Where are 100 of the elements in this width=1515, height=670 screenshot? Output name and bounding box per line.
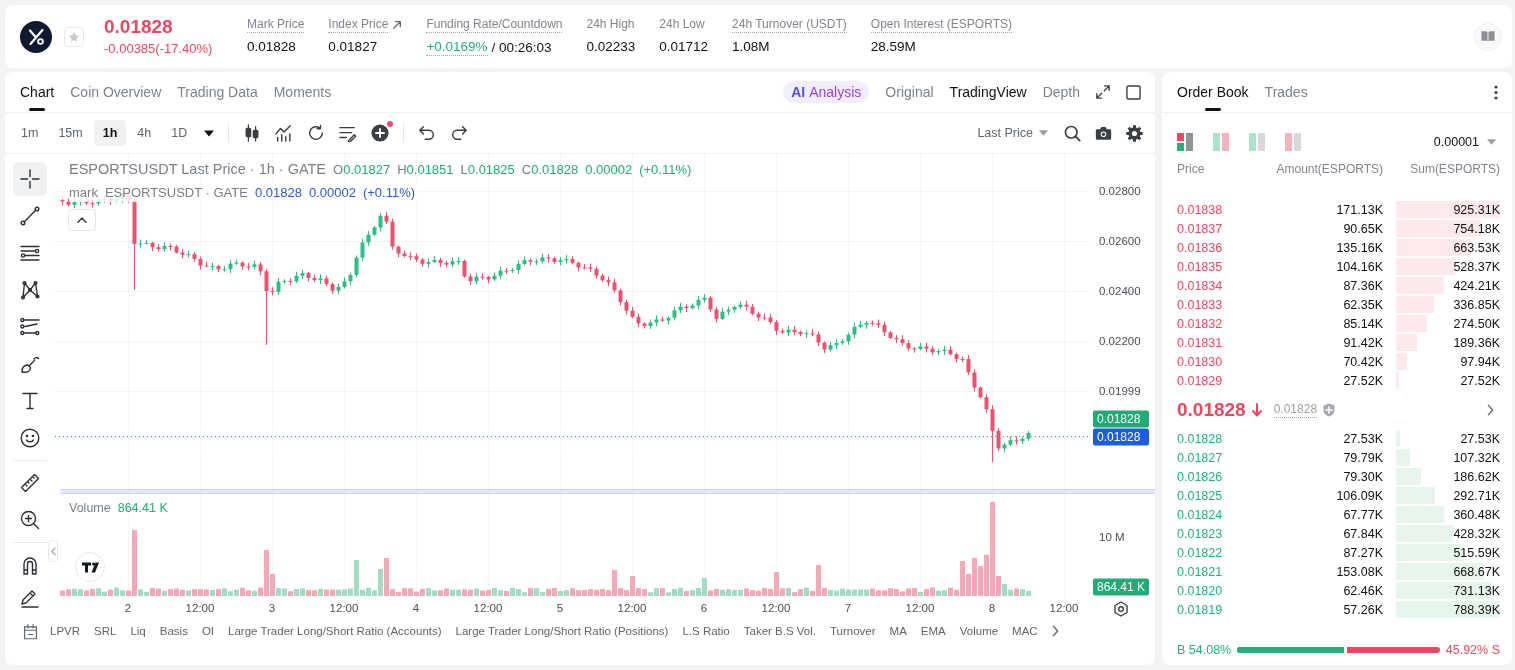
- settings-icon[interactable]: [1112, 601, 1129, 617]
- volume-label: Volume: [69, 501, 111, 515]
- book-button[interactable]: [1474, 22, 1502, 51]
- camera-icon[interactable]: [1095, 125, 1112, 141]
- caret-down-icon[interactable]: [204, 129, 215, 137]
- bid-amount: 67.77K: [1343, 507, 1383, 522]
- square-icon[interactable]: [1126, 84, 1141, 100]
- bid-price: 0.01819: [1177, 602, 1224, 617]
- indicator-tab[interactable]: SRL: [94, 625, 117, 637]
- bid-price: 0.01828: [1177, 431, 1224, 446]
- precision-dropdown[interactable]: 0.00001: [1433, 135, 1500, 149]
- price-axis-label: 0.01999: [1099, 384, 1141, 398]
- stat-label: Mark Price: [247, 17, 305, 33]
- ohlc-label: C: [521, 161, 532, 179]
- collapse-legend-button[interactable]: [68, 209, 96, 231]
- interval-tab[interactable]: 1D: [162, 120, 197, 146]
- indicator-tab[interactable]: Volume: [959, 625, 999, 637]
- book-layout-icon[interactable]: [1177, 133, 1193, 151]
- search-icon[interactable]: [1064, 124, 1081, 142]
- stat-value: 0.02233: [586, 38, 636, 55]
- chart-tab[interactable]: Moments: [273, 72, 332, 112]
- last-price: 0.01828: [104, 16, 173, 38]
- redo-icon[interactable]: [450, 124, 469, 142]
- time-axis-label: 7: [844, 602, 852, 614]
- mark-change-percent: (+0.11%): [362, 184, 416, 202]
- ruler-icon: [20, 473, 40, 493]
- add-circle-icon[interactable]: [371, 124, 390, 142]
- indicator-tab[interactable]: Large Trader Long/Short Ratio (Positions): [455, 625, 669, 637]
- chart-view-tab[interactable]: Depth: [1042, 84, 1080, 100]
- ask-price: 0.01833: [1177, 297, 1224, 312]
- chart-tab[interactable]: Chart: [20, 72, 55, 112]
- stat-label: 24h Low: [659, 17, 705, 33]
- undo-icon[interactable]: [418, 124, 437, 142]
- indicator-chart-icon[interactable]: [275, 124, 294, 142]
- time-axis-label: 12:00: [185, 602, 215, 614]
- chart-tab[interactable]: Coin Overview: [70, 72, 162, 112]
- chart-tab[interactable]: Trading Data: [177, 72, 258, 112]
- ask-price: 0.01835: [1177, 259, 1224, 274]
- brush-icon: [20, 354, 40, 374]
- countdown: / 00:26:03: [491, 38, 552, 56]
- ask-price: 0.01836: [1177, 240, 1224, 255]
- interval-tab[interactable]: 15m: [49, 120, 92, 146]
- indicator-tab[interactable]: OI: [201, 625, 215, 637]
- refresh-icon[interactable]: [307, 124, 326, 142]
- chevron-right-icon[interactable]: [1487, 403, 1494, 416]
- calendar-icon[interactable]: [22, 622, 39, 640]
- bid-amount: 62.46K: [1343, 583, 1383, 598]
- time-axis-label: 8: [988, 602, 996, 614]
- stat-value: 0.01828: [247, 38, 296, 55]
- bid-sum: 668.67K: [1453, 564, 1500, 579]
- order-book-tab[interactable]: Order Book: [1177, 72, 1249, 112]
- interval-tab[interactable]: 1h: [93, 120, 127, 146]
- ask-amount: 171.13K: [1336, 202, 1383, 217]
- mark-label: mark: [69, 184, 98, 202]
- indicator-tab[interactable]: MAC: [1012, 625, 1038, 637]
- ask-sum: 925.31K: [1453, 202, 1500, 217]
- ai-analysis-button[interactable]: AI Analysis: [783, 81, 870, 103]
- indicator-tab[interactable]: EMA: [920, 625, 946, 637]
- indicator-tab[interactable]: Large Trader Long/Short Ratio (Accounts): [228, 625, 442, 637]
- collapse-handle[interactable]: [48, 540, 58, 562]
- drawing-tool-button[interactable]: [13, 162, 47, 196]
- bid-amount: 67.84K: [1343, 526, 1383, 541]
- chart-view-tab[interactable]: TradingView: [949, 84, 1027, 100]
- mark-change: 0.00002: [308, 184, 356, 202]
- list-edit-icon[interactable]: [339, 124, 358, 142]
- indicator-tab[interactable]: MA: [889, 625, 907, 637]
- shield-plus-icon: [1323, 402, 1336, 417]
- indicator-tab[interactable]: Turnover: [830, 625, 876, 637]
- settings-icon[interactable]: [1126, 124, 1143, 142]
- chart-view-tab[interactable]: Original: [885, 84, 934, 100]
- order-book-tab[interactable]: Trades: [1264, 72, 1308, 112]
- chevron-right-icon[interactable]: [1051, 625, 1059, 637]
- time-axis-label: 4: [412, 602, 420, 614]
- arrow-up-right-icon[interactable]: [392, 20, 403, 30]
- price-source-dropdown[interactable]: Last Price: [977, 126, 1048, 140]
- depth-bar: [1396, 468, 1421, 485]
- expand-icon[interactable]: [1096, 85, 1110, 99]
- time-axis-label: 12:00: [905, 602, 935, 614]
- regression-icon: [20, 317, 40, 337]
- pencil-icon: [20, 588, 40, 608]
- bid-sum: 292.71K: [1453, 488, 1500, 503]
- ask-price: 0.01838: [1177, 202, 1224, 217]
- price-axis-label: 0.02600: [1099, 234, 1141, 248]
- indicator-tab[interactable]: Liq: [130, 625, 146, 637]
- sell-ratio: 45.92% S: [1445, 643, 1500, 657]
- ohlc-value: 0.01828: [531, 161, 579, 179]
- column-header: Sum(ESPORTS): [1409, 162, 1500, 176]
- ask-amount: 62.35K: [1343, 297, 1383, 312]
- depth-bar: [1396, 506, 1444, 523]
- depth-bar: [1396, 449, 1411, 466]
- indicator-tab[interactable]: L.S Ratio: [682, 625, 730, 637]
- legend-change-percent: (+0.11%): [639, 161, 692, 179]
- interval-tab[interactable]: 4h: [128, 120, 161, 146]
- interval-tab[interactable]: 1m: [12, 120, 48, 146]
- indicator-tab[interactable]: LPVR: [50, 625, 81, 637]
- indicator-tab[interactable]: Taker B.S Vol.: [743, 625, 816, 637]
- more-icon[interactable]: [1494, 84, 1498, 100]
- price-axis-label: 0.02400: [1099, 284, 1141, 298]
- bid-sum: 186.62K: [1453, 469, 1500, 484]
- indicator-tab[interactable]: Basis: [159, 625, 188, 637]
